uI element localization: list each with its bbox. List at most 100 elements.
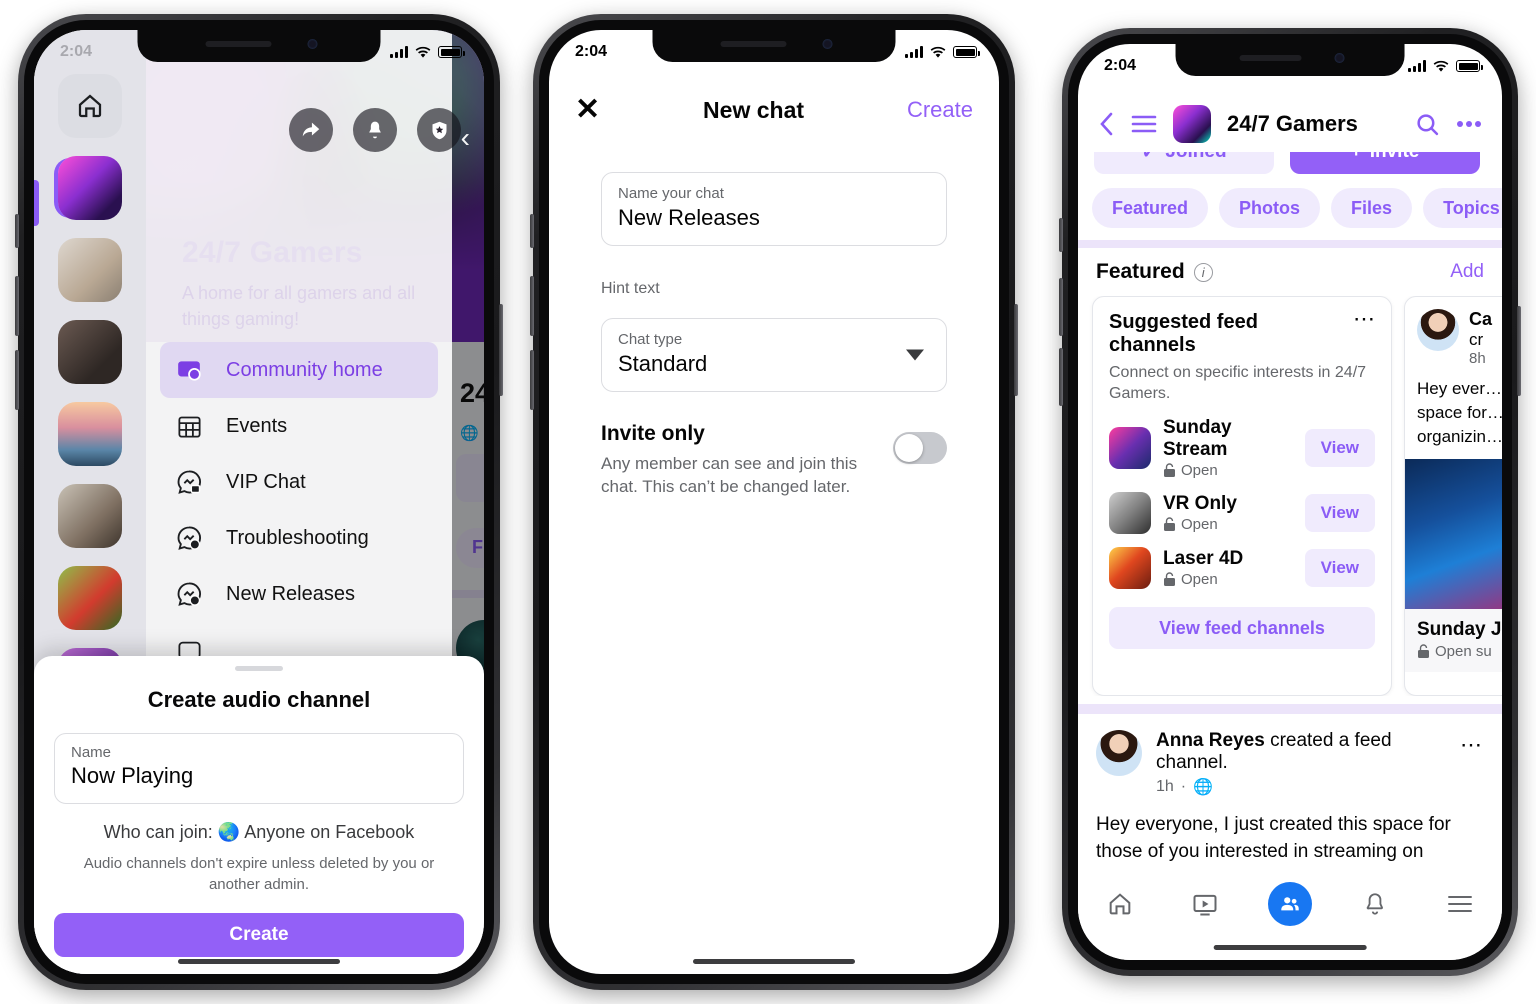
joined-button[interactable]: ✓ Joined <box>1094 152 1274 174</box>
channel-thumbnail <box>1109 492 1151 534</box>
volume-down-button[interactable] <box>530 350 534 410</box>
tab-files[interactable]: Files <box>1331 188 1413 228</box>
view-button[interactable]: View <box>1304 429 1375 467</box>
channel-name: Sunday Stream <box>1163 417 1232 460</box>
invite-button[interactable]: + Invite <box>1290 152 1480 174</box>
sidebar-item-label: Troubleshooting <box>226 526 369 549</box>
mute-switch[interactable] <box>15 214 19 248</box>
mute-switch[interactable] <box>530 214 534 248</box>
card-more-icon[interactable]: ⋯ <box>1353 308 1377 330</box>
rail-home-icon[interactable] <box>58 74 122 138</box>
phone-3-home-indicator[interactable] <box>1213 945 1367 950</box>
back-chevron-icon[interactable] <box>1098 111 1115 137</box>
field-label: Name <box>71 744 112 761</box>
card2-action: cr <box>1469 330 1484 349</box>
avatar[interactable] <box>1096 730 1142 776</box>
field-value: Standard <box>618 351 708 376</box>
chat-globe-icon <box>174 523 204 553</box>
post-more-icon[interactable]: ⋯ <box>1460 730 1484 755</box>
who-can-join-row[interactable]: Who can join: 🌏 Anyone on Facebook <box>34 822 484 843</box>
rail-community-4[interactable] <box>58 402 122 466</box>
power-button[interactable] <box>1014 304 1018 396</box>
info-icon[interactable]: i <box>1193 262 1213 282</box>
status-time: 2:04 <box>575 43 608 60</box>
privacy-label: Open <box>1181 462 1218 479</box>
create-button[interactable]: Create <box>54 913 464 957</box>
rail-community-3[interactable] <box>58 320 122 384</box>
sheet-grabber[interactable] <box>235 666 283 671</box>
audio-channel-name-field[interactable]: Name Now Playing <box>54 733 464 804</box>
tab-topics[interactable]: Topics <box>1423 188 1502 228</box>
tab-photos[interactable]: Photos <box>1219 188 1321 228</box>
volume-up-button[interactable] <box>1059 278 1063 336</box>
rail-community-1[interactable] <box>58 156 122 220</box>
joined-check-icon: ✓ <box>1141 152 1158 163</box>
phone-1-home-indicator[interactable] <box>178 959 340 964</box>
sidebar-item-events[interactable]: Events <box>160 398 438 454</box>
volume-up-button[interactable] <box>530 276 534 336</box>
signal-icon <box>390 46 408 58</box>
invite-label: Invite <box>1370 152 1420 163</box>
close-icon[interactable]: ✕ <box>575 95 600 125</box>
home-icon[interactable] <box>1098 882 1142 926</box>
power-button[interactable] <box>1517 306 1521 396</box>
share-icon[interactable] <box>289 108 333 152</box>
chat-globe-icon <box>174 579 204 609</box>
rail-community-2[interactable] <box>58 238 122 302</box>
post-author[interactable]: Anna Reyes <box>1156 730 1265 751</box>
phone-1-notch <box>137 30 381 62</box>
sidebar-item-new-releases[interactable]: New Releases <box>160 566 438 622</box>
wifi-icon <box>1433 60 1449 72</box>
menu-icon[interactable] <box>1438 882 1482 926</box>
mute-switch[interactable] <box>1059 218 1063 252</box>
power-button[interactable] <box>499 304 503 396</box>
view-feed-channels-button[interactable]: View feed channels <box>1109 607 1375 649</box>
rail-community-5[interactable] <box>58 484 122 548</box>
volume-up-button[interactable] <box>15 276 19 336</box>
view-button[interactable]: View <box>1304 494 1375 532</box>
search-icon[interactable] <box>1415 112 1440 137</box>
section-divider <box>1078 240 1502 248</box>
field-value: New Releases <box>618 205 760 230</box>
groups-icon[interactable] <box>1267 882 1312 926</box>
channel-privacy: Open <box>1163 462 1293 479</box>
phone-2-home-indicator[interactable] <box>693 959 855 964</box>
chat-lock-icon <box>174 467 204 497</box>
badge-star-icon[interactable] <box>417 108 461 152</box>
privacy-label: Open <box>1181 571 1218 588</box>
post-time: 1h <box>1156 778 1174 795</box>
tab-featured[interactable]: Featured <box>1092 188 1209 228</box>
invite-only-toggle[interactable] <box>893 432 947 464</box>
chevron-down-icon[interactable] <box>906 349 924 361</box>
sidebar-item-community-home[interactable]: Community home <box>160 342 438 398</box>
chat-type-field[interactable]: Chat type Standard <box>601 318 947 392</box>
featured-cards-carousel[interactable]: ⋯ Suggested feed channels Connect on spe… <box>1078 296 1502 696</box>
rail-community-6[interactable] <box>58 566 122 630</box>
phone-2-notch <box>652 30 896 62</box>
group-avatar[interactable] <box>1173 105 1211 143</box>
hamburger-icon[interactable] <box>1131 114 1157 134</box>
phone-3-screen: 24/7 Gamers ✓ Joined + Invite <box>1078 44 1502 960</box>
sidebar-item-troubleshooting[interactable]: Troubleshooting <box>160 510 438 566</box>
create-button[interactable]: Create <box>907 97 973 123</box>
status-time: 2:04 <box>1104 57 1137 74</box>
sidebar-item-vip-chat[interactable]: VIP Chat <box>160 454 438 510</box>
signal-icon <box>905 46 923 58</box>
battery-icon <box>1456 60 1483 72</box>
volume-down-button[interactable] <box>1059 348 1063 406</box>
view-button[interactable]: View <box>1304 549 1375 587</box>
sidebar-item-label: Community home <box>226 358 383 381</box>
back-chevron-icon[interactable]: ‹ <box>461 122 470 154</box>
add-button[interactable]: Add <box>1450 261 1484 283</box>
suggested-feed-channels-card: ⋯ Suggested feed channels Connect on spe… <box>1092 296 1392 696</box>
sidebar-item-label: VIP Chat <box>226 470 306 493</box>
field-value: Now Playing <box>71 763 194 788</box>
channel-row: Laser 4D Open View <box>1109 547 1375 589</box>
volume-down-button[interactable] <box>15 350 19 410</box>
chat-name-field[interactable]: Name your chat New Releases <box>601 172 947 246</box>
bell-icon[interactable] <box>353 108 397 152</box>
video-icon[interactable] <box>1183 882 1227 926</box>
more-options-icon[interactable] <box>1456 120 1482 128</box>
bell-icon[interactable] <box>1353 882 1397 926</box>
card2-time: 8h <box>1469 350 1486 367</box>
